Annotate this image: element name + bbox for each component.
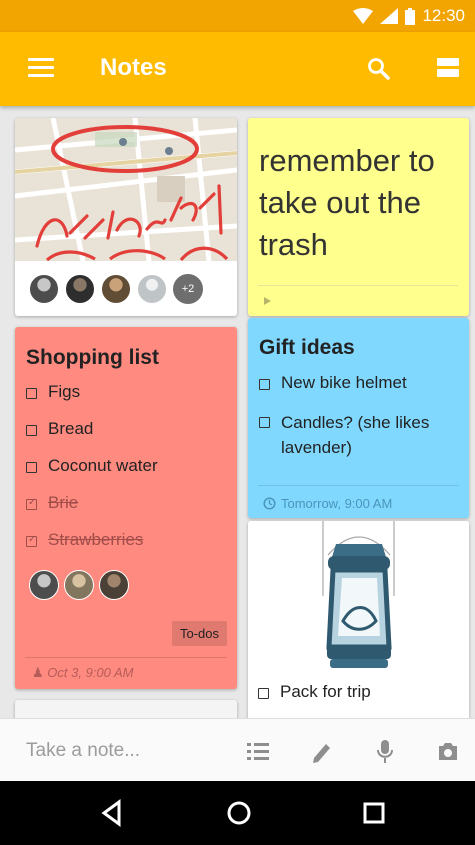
label-chip[interactable]: To-dos bbox=[171, 621, 227, 646]
take-note-bar: Take a note... bbox=[0, 718, 475, 781]
app-bar: Notes bbox=[0, 32, 475, 106]
checklist-item-checked[interactable]: ✓ Strawberries bbox=[26, 530, 158, 567]
menu-icon[interactable] bbox=[28, 58, 54, 78]
checkbox[interactable] bbox=[26, 388, 37, 399]
collaborator-avatars bbox=[29, 570, 129, 600]
checkbox[interactable] bbox=[26, 462, 37, 473]
wifi-icon bbox=[353, 8, 374, 24]
note-card-trash[interactable]: remember to take out the trash bbox=[248, 118, 469, 316]
person-1-avatar bbox=[29, 570, 59, 600]
grid-view-icon[interactable] bbox=[437, 58, 459, 78]
note-text: remember to take out the trash bbox=[259, 143, 435, 262]
checklist-item[interactable]: Figs bbox=[26, 382, 158, 419]
checklist: Figs Bread Coconut water ✓ Brie ✓ Strawber… bbox=[26, 382, 158, 567]
status-icons: 12:30 bbox=[353, 6, 465, 26]
reminder[interactable]: Tomorrow, 9:00 AM bbox=[263, 496, 392, 511]
checklist-item-label: Brie bbox=[48, 493, 79, 512]
checklist-item-label: Bread bbox=[48, 419, 94, 438]
checklist-item-label: New bike helmet bbox=[281, 373, 407, 392]
note-divider bbox=[25, 657, 227, 658]
person-3-avatar bbox=[99, 570, 129, 600]
person-2-avatar bbox=[65, 274, 95, 304]
checkbox[interactable] bbox=[259, 417, 270, 428]
checklist-item-label: Pack for trip bbox=[280, 682, 371, 701]
collaborator-avatars: +2 bbox=[29, 274, 203, 304]
checklist-item-label: Coconut water bbox=[48, 456, 158, 475]
checklist-item[interactable]: Pack for trip bbox=[258, 682, 371, 712]
person-icon: ♟ bbox=[32, 665, 44, 680]
battery-icon bbox=[405, 7, 416, 25]
note-card-gifts[interactable]: Gift ideas New bike helmet Candles? (she… bbox=[248, 318, 469, 518]
checklist-item-label: Figs bbox=[48, 382, 81, 401]
search-icon[interactable] bbox=[366, 56, 392, 82]
play-icon[interactable] bbox=[264, 297, 271, 305]
checklist-item[interactable]: Bread bbox=[26, 419, 158, 456]
person-3-avatar bbox=[101, 274, 131, 304]
app-title: Notes bbox=[100, 54, 167, 81]
map-image bbox=[15, 118, 237, 261]
note-divider bbox=[258, 285, 458, 286]
checklist: Pack for trip bbox=[258, 682, 371, 712]
person-2-avatar bbox=[64, 570, 94, 600]
clock-icon bbox=[263, 497, 276, 510]
take-note-input[interactable]: Take a note... bbox=[26, 740, 140, 762]
checkbox[interactable] bbox=[258, 688, 269, 699]
checklist-item[interactable]: Candles? (she likes lavender) bbox=[259, 410, 459, 460]
checklist-item-label: Candles? (she likes lavender) bbox=[281, 413, 430, 457]
note-card-map[interactable]: +2 bbox=[15, 118, 237, 316]
notes-list: +2 remember to take out the trash Shoppi… bbox=[0, 106, 475, 718]
checked-checkbox[interactable]: ✓ bbox=[26, 497, 37, 510]
note-title: Gift ideas bbox=[259, 336, 355, 359]
checkbox[interactable] bbox=[259, 379, 270, 390]
checklist-item[interactable]: Coconut water bbox=[26, 456, 158, 493]
checklist-item-label: Strawberries bbox=[48, 530, 144, 549]
pen-icon[interactable] bbox=[308, 738, 334, 764]
note-divider bbox=[258, 485, 459, 486]
camera-icon[interactable] bbox=[435, 738, 461, 764]
note-title: Shopping list bbox=[26, 346, 159, 369]
checklist-item[interactable]: New bike helmet bbox=[259, 373, 459, 410]
recents-icon[interactable] bbox=[359, 798, 389, 828]
person-4-avatar bbox=[137, 274, 167, 304]
lantern-image bbox=[248, 521, 469, 671]
reminder[interactable]: ♟ Oct 3, 9:00 AM bbox=[32, 665, 134, 681]
note-card-partial[interactable] bbox=[15, 700, 237, 718]
person-1-avatar bbox=[29, 274, 59, 304]
checkbox[interactable] bbox=[26, 425, 37, 436]
signal-icon bbox=[380, 8, 399, 24]
status-bar: 12:30 bbox=[0, 0, 475, 32]
checklist-item-checked[interactable]: ✓ Brie bbox=[26, 493, 158, 530]
status-time: 12:30 bbox=[422, 6, 465, 25]
list-icon[interactable] bbox=[245, 738, 271, 764]
home-icon[interactable] bbox=[224, 798, 254, 828]
checklist: New bike helmet Candles? (she likes lave… bbox=[259, 373, 459, 460]
reminder-text: Tomorrow, 9:00 AM bbox=[281, 496, 393, 511]
system-navigation-bar bbox=[0, 781, 475, 845]
checked-checkbox[interactable]: ✓ bbox=[26, 534, 37, 547]
note-card-shopping[interactable]: Shopping list Figs Bread Coconut water ✓… bbox=[15, 327, 237, 689]
note-card-lantern[interactable]: Pack for trip bbox=[248, 521, 469, 718]
reminder-text: Oct 3, 9:00 AM bbox=[47, 665, 134, 680]
extra-collaborators-count: +2 bbox=[173, 274, 203, 304]
map-drawing bbox=[15, 118, 237, 261]
back-icon[interactable] bbox=[98, 798, 126, 828]
microphone-icon[interactable] bbox=[372, 738, 398, 764]
